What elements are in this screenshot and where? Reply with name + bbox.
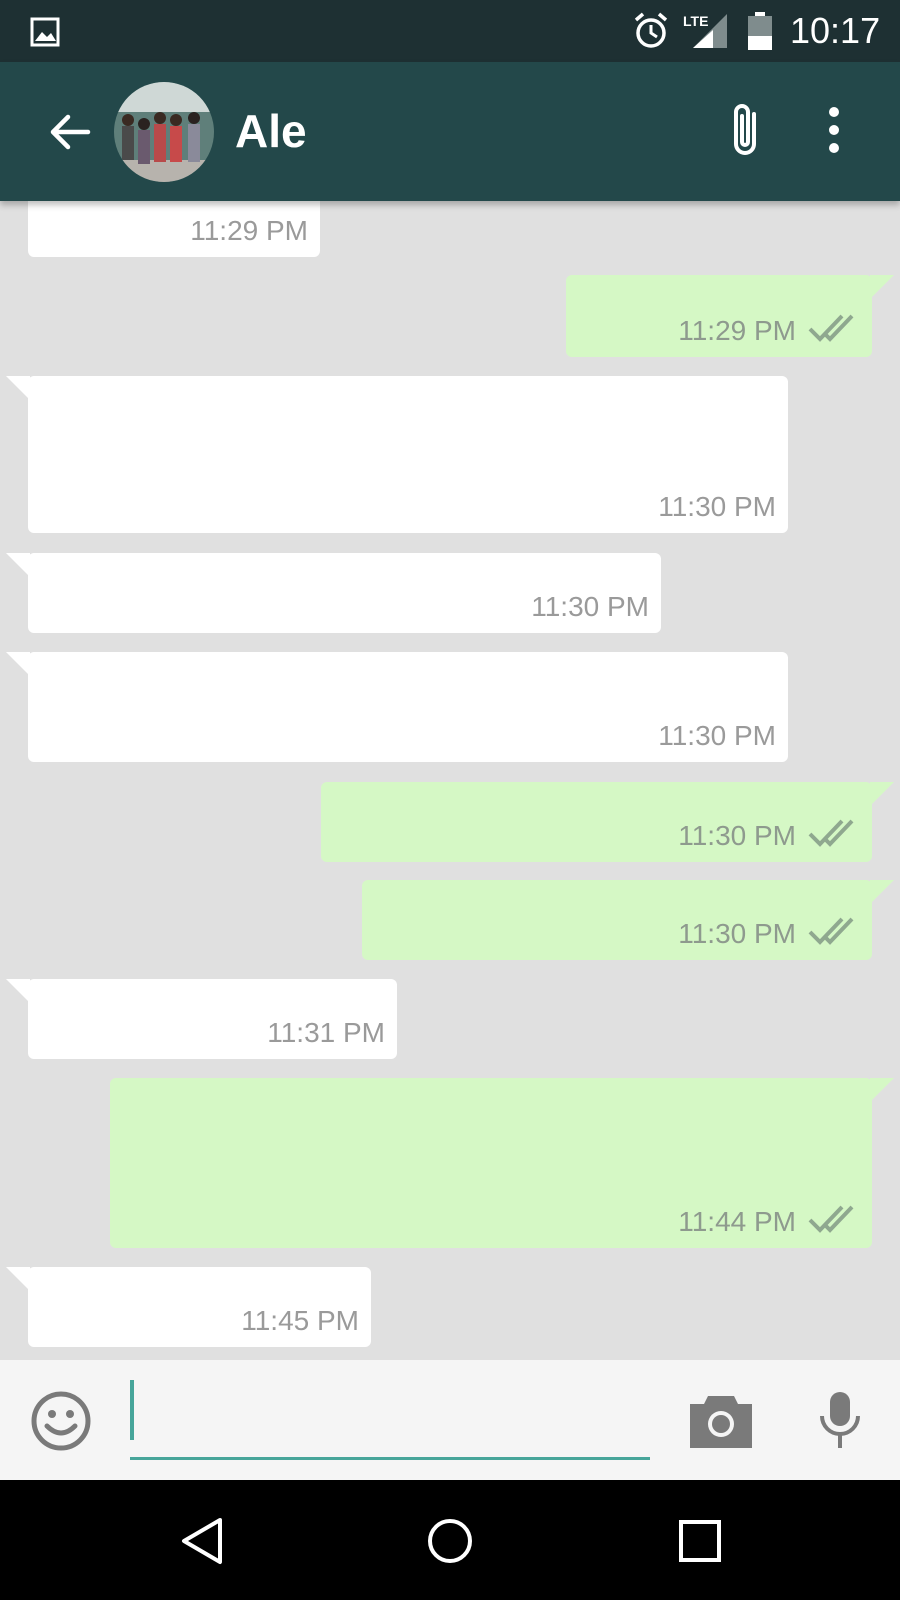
system-nav-bar <box>0 1480 900 1600</box>
contact-name[interactable]: Ale <box>235 104 307 158</box>
message-timestamp: 11:29 PM <box>190 215 308 246</box>
conversation-header: Ale <box>0 62 900 201</box>
bubble-tail <box>6 979 30 1003</box>
message-bubble-outgoing[interactable]: 11:29 PM <box>566 275 894 357</box>
camera-icon[interactable] <box>690 1392 752 1448</box>
message-timestamp: 11:30 PM <box>678 918 796 949</box>
back-triangle-icon[interactable] <box>178 1516 226 1566</box>
contact-avatar[interactable] <box>114 82 214 182</box>
bubble-tail <box>6 652 30 676</box>
bubble-tail <box>6 376 30 400</box>
composer-bar <box>0 1360 900 1480</box>
bubble-tail <box>870 880 894 904</box>
message-bubble-outgoing[interactable]: 11:30 PM <box>321 782 894 862</box>
message-timestamp: 11:29 PM <box>678 315 796 346</box>
message-bubble-incoming[interactable]: 11:30 PM <box>6 376 788 533</box>
message-bubble-incoming[interactable]: 11:30 PM <box>6 652 788 762</box>
message-timestamp: 11:30 PM <box>531 591 649 622</box>
message-timestamp: 11:45 PM <box>241 1305 359 1336</box>
bubble-tail <box>870 275 894 299</box>
bubble-tail <box>870 782 894 806</box>
lte-signal-icon: LTE <box>683 13 727 48</box>
message-bubble-incoming[interactable]: 11:29 PM <box>28 201 320 257</box>
more-vert-icon[interactable] <box>826 106 842 154</box>
message-input[interactable] <box>130 1380 650 1460</box>
read-receipt-icon <box>808 1205 854 1233</box>
message-timestamp: 11:30 PM <box>678 820 796 851</box>
message-bubble-outgoing[interactable]: 11:30 PM <box>362 880 894 960</box>
recents-square-icon[interactable] <box>678 1516 722 1566</box>
message-timestamp: 11:44 PM <box>678 1206 796 1237</box>
read-receipt-icon <box>808 819 854 847</box>
message-list[interactable]: 11:29 PM 11:29 PM 11:30 PM 11:30 PM 11:3… <box>0 201 900 1360</box>
group-photo-icon <box>114 82 214 182</box>
battery-icon <box>748 12 772 50</box>
read-receipt-icon <box>808 314 854 342</box>
image-notification-icon <box>30 17 60 47</box>
message-timestamp: 11:30 PM <box>658 491 776 522</box>
bubble-tail <box>6 553 30 577</box>
bubble-tail <box>870 1078 894 1102</box>
mic-icon[interactable] <box>818 1390 862 1450</box>
status-bar: LTE 10:17 <box>0 0 900 62</box>
read-receipt-icon <box>808 917 854 945</box>
message-timestamp: 11:30 PM <box>658 720 776 751</box>
text-cursor <box>130 1380 134 1440</box>
paperclip-icon[interactable] <box>728 100 762 160</box>
message-bubble-incoming[interactable]: 11:30 PM <box>6 553 661 633</box>
alarm-icon <box>634 12 668 48</box>
emoji-icon[interactable] <box>30 1390 92 1452</box>
lte-label: LTE <box>683 13 708 29</box>
clock: 10:17 <box>790 10 881 51</box>
back-arrow-icon[interactable] <box>46 108 94 156</box>
message-timestamp: 11:31 PM <box>267 1017 385 1048</box>
home-circle-icon[interactable] <box>426 1516 474 1566</box>
message-bubble-incoming[interactable]: 11:45 PM <box>6 1267 371 1347</box>
message-bubble-incoming[interactable]: 11:31 PM <box>6 979 397 1059</box>
bubble-tail <box>6 1267 30 1291</box>
message-bubble-outgoing[interactable]: 11:44 PM <box>110 1078 894 1248</box>
